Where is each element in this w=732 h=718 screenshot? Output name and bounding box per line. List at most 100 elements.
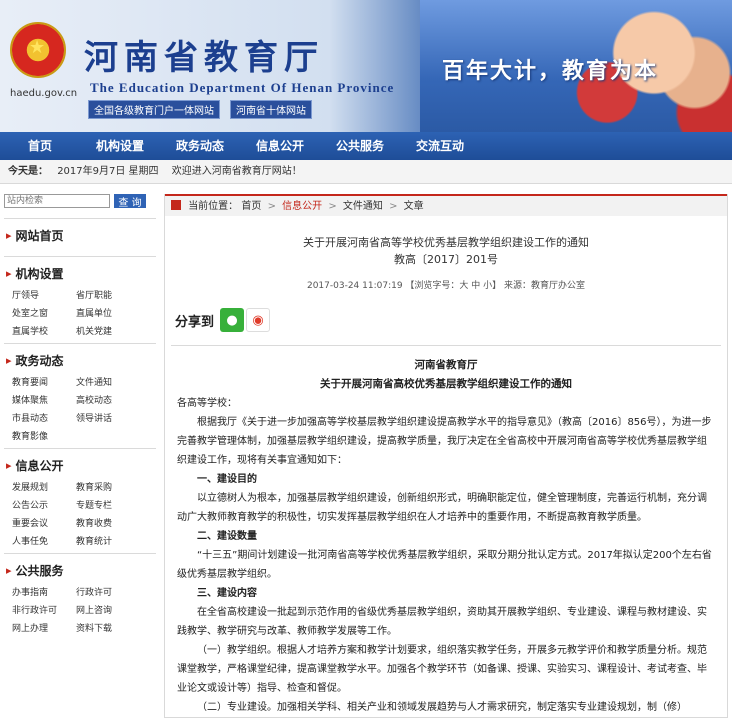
share-label: 分享到 — [175, 314, 215, 330]
arrow-right-icon: ▸ — [6, 564, 12, 577]
sidebar-section-title: ▸ 信息公开 — [6, 457, 156, 474]
sidebar-section-services: ▸ 公共服务 办事指南 行政许可 非行政许可 网上咨询 网上办理 资料下载 — [4, 553, 156, 640]
nav-news[interactable]: 政务动态 — [160, 132, 240, 160]
sidebar-item[interactable]: 资料下载 — [76, 621, 140, 634]
sidebar-home-label: 网站首页 — [15, 229, 64, 243]
portal-link[interactable]: 全国各级教育门户一体网站 — [88, 100, 220, 119]
site-group-link[interactable]: 河南省十体网站 — [230, 100, 312, 119]
article-paragraph: （一）教学组织。根据人才培养方案和教学计划要求，组织落实教学任务，开展多元教学评… — [177, 645, 707, 694]
article-heading: 关于开展河南省高校优秀基层教学组织建设工作的通知 — [320, 378, 572, 390]
sidebar-item[interactable]: 教育统计 — [76, 534, 140, 547]
current-date: 2017年9月7日 星期四 — [57, 166, 159, 177]
sidebar-item[interactable]: 教育要闻 — [12, 375, 76, 388]
document-number: 教高〔2017〕201号 — [394, 253, 498, 266]
sidebar-item[interactable]: 教育收费 — [76, 516, 140, 529]
article-section-heading: 三、建设内容 — [197, 588, 257, 599]
site-url: haedu.gov.cn — [10, 88, 78, 99]
nav-organization[interactable]: 机构设置 — [80, 132, 160, 160]
sidebar-home-block: ▸ 网站首页 — [4, 218, 156, 256]
sidebar: 查 询 ▸ 网站首页 ▸ 机构设置 厅领导 省厅职能 处室之窗 直属单位 直属学… — [4, 194, 156, 718]
article-paragraph: 在全省高校建设一批起到示范作用的省级优秀基层教学组织，资助其开展教学组织、专业建… — [177, 607, 707, 637]
sidebar-links: 厅领导 省厅职能 处室之窗 直属单位 直属学校 机关党建 — [6, 288, 156, 337]
sidebar-item[interactable]: 教育采购 — [76, 480, 140, 493]
sidebar-item[interactable]: 教育影像 — [12, 429, 76, 442]
main-nav: 首页 机构设置 政务动态 信息公开 公共服务 交流互动 — [0, 132, 732, 160]
breadcrumb-separator: > — [328, 201, 337, 212]
sidebar-item[interactable]: 专题专栏 — [76, 498, 140, 511]
section-title-text: 信息公开 — [15, 459, 64, 473]
section-title-text: 机构设置 — [15, 267, 64, 281]
sidebar-section-title: ▸ 公共服务 — [6, 562, 156, 579]
national-emblem-icon: ★ — [10, 22, 66, 78]
arrow-right-icon: ▸ — [6, 354, 12, 367]
breadcrumb-separator: > — [389, 201, 398, 212]
sidebar-section-title: ▸ 政务动态 — [6, 352, 156, 369]
sidebar-item[interactable]: 省厅职能 — [76, 288, 140, 301]
welcome-text: 欢迎进入河南省教育厅网站！ — [171, 166, 302, 177]
breadcrumb-separator: > — [267, 201, 276, 212]
document-meta: 2017-03-24 11:07:19 【浏览字号：大 中 小】 来源：教育厅办… — [306, 281, 586, 291]
arrow-right-icon: ▸ — [6, 229, 12, 242]
breadcrumb-disclosure[interactable]: 信息公开 — [282, 201, 322, 212]
header-banner: ★ haedu.gov.cn 河南省教育厅 The Education Depa… — [0, 0, 732, 132]
arrow-right-icon: ▸ — [6, 267, 12, 280]
sidebar-section-disclosure: ▸ 信息公开 发展规划 教育采购 公告公示 专题专栏 重要会议 教育收费 人事任… — [4, 448, 156, 553]
article-org: 河南省教育厅 — [414, 359, 478, 371]
sidebar-item[interactable]: 直属学校 — [12, 324, 76, 337]
section-title-text: 政务动态 — [15, 354, 64, 368]
sidebar-item[interactable]: 重要会议 — [12, 516, 76, 529]
nav-home[interactable]: 首页 — [0, 132, 80, 160]
document-title: 关于开展河南省高等学校优秀基层教学组织建设工作的通知 教高〔2017〕201号 — [165, 234, 727, 268]
date-label: 今天是： — [8, 166, 48, 177]
article-paragraph: 以立德树人为根本，加强基层教学组织建设，创新组织形式，明确职能定位，健全管理制度… — [177, 493, 707, 523]
sidebar-item[interactable]: 人事任免 — [12, 534, 76, 547]
article-section-heading: 二、建设数量 — [197, 531, 257, 542]
sidebar-item[interactable]: 领导讲话 — [76, 411, 140, 424]
sidebar-home-link[interactable]: ▸ 网站首页 — [6, 227, 156, 244]
search-input[interactable] — [4, 194, 110, 208]
section-title-text: 公共服务 — [15, 564, 64, 578]
sidebar-item[interactable]: 发展规划 — [12, 480, 76, 493]
sidebar-item[interactable]: 非行政许可 — [12, 603, 76, 616]
breadcrumb-home[interactable]: 首页 — [241, 201, 261, 212]
sidebar-item[interactable]: 行政许可 — [76, 585, 140, 598]
wechat-icon[interactable]: ● — [220, 308, 245, 332]
sidebar-item[interactable]: 直属单位 — [76, 306, 140, 319]
sidebar-item[interactable]: 厅领导 — [12, 288, 76, 301]
sidebar-item[interactable]: 网上办理 — [12, 621, 76, 634]
nav-disclosure[interactable]: 信息公开 — [240, 132, 320, 160]
breadcrumb-notices[interactable]: 文件通知 — [343, 201, 383, 212]
article-paragraph: “十三五”期间计划建设一批河南省高等学校优秀基层教学组织，采取分期分批认定方式。… — [177, 550, 712, 580]
nav-services[interactable]: 公共服务 — [320, 132, 400, 160]
sidebar-section-news: ▸ 政务动态 教育要闻 文件通知 媒体聚焦 高校动态 市县动态 领导讲话 教育影… — [4, 343, 156, 448]
breadcrumb: 当前位置： 首页 > 信息公开 > 文件通知 > 文章 — [165, 194, 727, 216]
sidebar-item[interactable]: 办事指南 — [12, 585, 76, 598]
date-bar: 今天是： 2017年9月7日 星期四 欢迎进入河南省教育厅网站！ — [0, 160, 732, 184]
search-button[interactable]: 查 询 — [114, 194, 146, 209]
weibo-icon[interactable]: ◉ — [246, 308, 271, 332]
slogan: 百年大计，教育为本 — [442, 59, 659, 84]
sidebar-item[interactable]: 媒体聚焦 — [12, 393, 76, 406]
article-section-heading: 一、建设目的 — [197, 474, 257, 485]
sidebar-item[interactable]: 公告公示 — [12, 498, 76, 511]
site-title-en: The Education Department Of Henan Provin… — [90, 80, 395, 95]
sidebar-item[interactable]: 文件通知 — [76, 375, 140, 388]
sidebar-links: 发展规划 教育采购 公告公示 专题专栏 重要会议 教育收费 人事任免 教育统计 — [6, 480, 156, 547]
site-search: 查 询 — [4, 194, 156, 209]
breadcrumb-label: 当前位置： — [188, 201, 239, 212]
location-icon — [171, 200, 181, 210]
sidebar-item[interactable]: 机关党建 — [76, 324, 140, 337]
document-title-line: 关于开展河南省高等学校优秀基层教学组织建设工作的通知 — [303, 236, 589, 249]
share-bar: 分享到 ● ◉ — [165, 305, 727, 335]
sidebar-item[interactable]: 市县动态 — [12, 411, 76, 424]
article-paragraph: 根据我厅《关于进一步加强高等学校基层教学组织建设提高教学水平的指导意见》（教高〔… — [177, 417, 712, 466]
sidebar-item[interactable]: 高校动态 — [76, 393, 140, 406]
content-panel: 当前位置： 首页 > 信息公开 > 文件通知 > 文章 关于开展河南省高等学校优… — [164, 194, 728, 718]
article-salutation: 各高等学校： — [177, 398, 237, 409]
article-paragraph: （二）专业建设。加强相关学科、相关产业和领域发展趋势与人才需求研究，制定落实专业… — [197, 702, 687, 713]
sidebar-section-title: ▸ 机构设置 — [6, 265, 156, 282]
sidebar-section-organization: ▸ 机构设置 厅领导 省厅职能 处室之窗 直属单位 直属学校 机关党建 — [4, 256, 156, 343]
nav-interaction[interactable]: 交流互动 — [400, 132, 480, 160]
sidebar-item[interactable]: 处室之窗 — [12, 306, 76, 319]
sidebar-item[interactable]: 网上咨询 — [76, 603, 140, 616]
